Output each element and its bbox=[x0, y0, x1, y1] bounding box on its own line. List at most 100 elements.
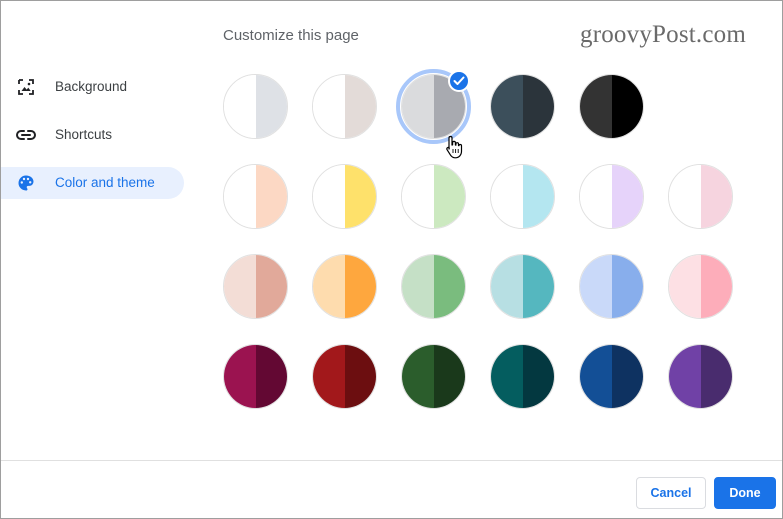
swatch-disc bbox=[312, 164, 377, 229]
customize-dialog: Customize this page groovyPost.com Backg… bbox=[0, 0, 783, 519]
swatch-right-half bbox=[611, 345, 643, 408]
theme-swatch[interactable] bbox=[579, 254, 644, 319]
theme-swatch[interactable] bbox=[490, 344, 555, 409]
swatch-left-half bbox=[580, 165, 612, 228]
sidebar-item-label: Color and theme bbox=[55, 175, 155, 190]
swatch-right-half bbox=[344, 165, 376, 228]
swatch-left-half bbox=[313, 75, 345, 138]
swatch-disc bbox=[490, 344, 555, 409]
swatch-left-half bbox=[313, 345, 345, 408]
swatch-disc bbox=[223, 254, 288, 319]
swatch-left-half bbox=[491, 165, 523, 228]
watermark: groovyPost.com bbox=[580, 21, 746, 48]
swatch-disc bbox=[668, 254, 733, 319]
swatch-left-half bbox=[669, 255, 701, 318]
theme-swatch[interactable] bbox=[223, 164, 288, 229]
swatch-left-half bbox=[580, 75, 612, 138]
swatch-left-half bbox=[224, 75, 256, 138]
palette-icon bbox=[16, 175, 36, 191]
swatch-left-half bbox=[491, 345, 523, 408]
sidebar-item-color-and-theme[interactable]: Color and theme bbox=[1, 167, 184, 199]
theme-swatch[interactable] bbox=[223, 74, 288, 139]
theme-swatch[interactable] bbox=[579, 74, 644, 139]
swatch-disc bbox=[579, 344, 644, 409]
swatch-left-half bbox=[402, 75, 434, 138]
swatch-right-half bbox=[522, 75, 554, 138]
cancel-button[interactable]: Cancel bbox=[636, 477, 706, 509]
swatch-disc bbox=[579, 74, 644, 139]
link-icon bbox=[16, 127, 36, 143]
swatch-disc bbox=[223, 74, 288, 139]
swatch-left-half bbox=[224, 165, 256, 228]
swatch-disc bbox=[579, 254, 644, 319]
swatch-right-half bbox=[344, 255, 376, 318]
swatch-disc bbox=[668, 344, 733, 409]
theme-swatch[interactable] bbox=[223, 254, 288, 319]
theme-swatch[interactable] bbox=[312, 74, 377, 139]
swatch-right-half bbox=[344, 75, 376, 138]
swatch-disc bbox=[579, 164, 644, 229]
theme-swatch[interactable] bbox=[312, 164, 377, 229]
swatch-disc bbox=[401, 164, 466, 229]
theme-swatch[interactable] bbox=[579, 164, 644, 229]
swatch-right-half bbox=[433, 255, 465, 318]
swatch-left-half bbox=[313, 165, 345, 228]
sidebar-item-shortcuts[interactable]: Shortcuts bbox=[1, 119, 184, 151]
swatch-disc bbox=[490, 164, 555, 229]
swatch-right-half bbox=[611, 165, 643, 228]
sidebar-item-background[interactable]: Background bbox=[1, 71, 184, 103]
swatch-right-half bbox=[700, 165, 732, 228]
theme-swatch[interactable] bbox=[668, 344, 733, 409]
sidebar-item-label: Background bbox=[55, 79, 128, 94]
hand-cursor-icon bbox=[446, 135, 463, 159]
theme-swatch[interactable] bbox=[668, 164, 733, 229]
sidebar: Background Shortcuts Color and theme bbox=[1, 71, 191, 215]
swatch-left-half bbox=[580, 255, 612, 318]
swatch-disc bbox=[312, 74, 377, 139]
swatch-disc bbox=[223, 164, 288, 229]
swatch-left-half bbox=[224, 255, 256, 318]
swatch-disc bbox=[490, 74, 555, 139]
swatch-right-half bbox=[522, 255, 554, 318]
swatch-disc bbox=[490, 254, 555, 319]
swatch-left-half bbox=[580, 345, 612, 408]
theme-swatch[interactable] bbox=[490, 74, 555, 139]
swatch-right-half bbox=[255, 165, 287, 228]
checkmark-icon bbox=[448, 70, 470, 92]
swatch-left-half bbox=[402, 255, 434, 318]
swatch-right-half bbox=[255, 75, 287, 138]
theme-swatch[interactable] bbox=[401, 164, 466, 229]
page-title: Customize this page bbox=[223, 27, 359, 44]
swatch-left-half bbox=[313, 255, 345, 318]
swatch-left-half bbox=[491, 255, 523, 318]
theme-row bbox=[223, 164, 757, 229]
done-button[interactable]: Done bbox=[714, 477, 776, 509]
swatch-disc bbox=[668, 164, 733, 229]
swatch-left-half bbox=[669, 345, 701, 408]
theme-swatch[interactable] bbox=[490, 164, 555, 229]
theme-swatch[interactable] bbox=[396, 69, 471, 144]
theme-grid bbox=[223, 69, 757, 434]
theme-swatch[interactable] bbox=[668, 254, 733, 319]
sidebar-item-label: Shortcuts bbox=[55, 127, 113, 142]
swatch-left-half bbox=[402, 345, 434, 408]
swatch-right-half bbox=[611, 75, 643, 138]
theme-swatch[interactable] bbox=[579, 344, 644, 409]
image-icon bbox=[16, 79, 36, 95]
swatch-disc bbox=[223, 344, 288, 409]
footer-divider bbox=[1, 460, 782, 461]
swatch-right-half bbox=[611, 255, 643, 318]
theme-swatch[interactable] bbox=[312, 254, 377, 319]
swatch-left-half bbox=[669, 165, 701, 228]
theme-swatch[interactable] bbox=[401, 344, 466, 409]
theme-swatch[interactable] bbox=[223, 344, 288, 409]
swatch-left-half bbox=[402, 165, 434, 228]
swatch-right-half bbox=[700, 255, 732, 318]
theme-row bbox=[223, 69, 757, 144]
theme-swatch[interactable] bbox=[312, 344, 377, 409]
theme-swatch[interactable] bbox=[401, 254, 466, 319]
theme-swatch[interactable] bbox=[490, 254, 555, 319]
swatch-disc bbox=[401, 254, 466, 319]
swatch-right-half bbox=[255, 345, 287, 408]
swatch-disc bbox=[312, 344, 377, 409]
